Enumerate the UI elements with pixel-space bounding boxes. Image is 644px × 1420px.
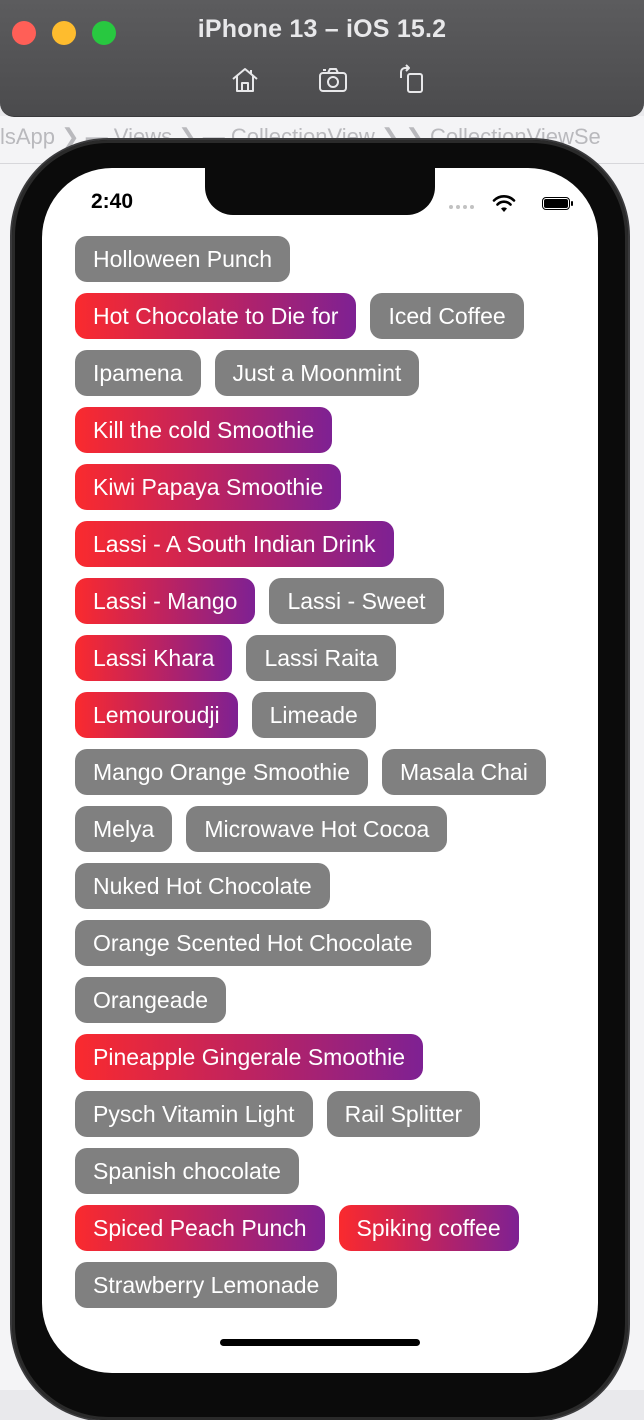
tag-row: Hot Chocolate to Die for Iced Coffee	[75, 293, 575, 339]
tag-chip[interactable]: Iced Coffee	[370, 293, 524, 339]
tag-row: Lassi - Mango Lassi - Sweet	[75, 578, 575, 624]
tag-collection: Holloween Punch Hot Chocolate to Die for I…	[75, 236, 575, 1319]
tag-chip-selected[interactable]: Lemouroudji	[75, 692, 238, 738]
cellular-signal-icon	[449, 205, 474, 209]
tag-chip[interactable]: Masala Chai	[382, 749, 546, 795]
home-icon[interactable]	[229, 64, 261, 96]
tag-chip[interactable]: Limeade	[251, 692, 376, 738]
tag-row: Nuked Hot Chocolate	[75, 863, 575, 909]
tag-chip-selected[interactable]: Spiced Peach Punch	[75, 1205, 325, 1251]
tag-chip[interactable]: Melya	[75, 806, 173, 852]
tag-row: Holloween Punch	[75, 236, 575, 282]
tag-row: Kill the cold Smoothie	[75, 407, 575, 453]
status-time: 2:40	[91, 190, 134, 213]
tag-chip-selected[interactable]: Lassi - Mango	[75, 578, 256, 624]
tag-chip-selected[interactable]: Hot Chocolate to Die for	[75, 293, 357, 339]
tag-chip-selected[interactable]: Lassi Khara	[75, 635, 233, 681]
simulator-titlebar: iPhone 13 – iOS 15.2	[0, 0, 644, 117]
tag-chip[interactable]: Orangeade	[75, 977, 227, 1023]
tag-row: Kiwi Papaya Smoothie	[75, 464, 575, 510]
tag-chip-selected[interactable]: Kiwi Papaya Smoothie	[75, 464, 342, 510]
tag-chip[interactable]: Ipamena	[75, 350, 201, 396]
tag-row: Lassi Khara Lassi Raita	[75, 635, 575, 681]
tag-chip[interactable]: Rail Splitter	[326, 1091, 481, 1137]
tag-row: Strawberry Lemonade	[75, 1262, 575, 1308]
tag-chip-selected[interactable]: Kill the cold Smoothie	[75, 407, 333, 453]
tag-chip[interactable]: Just a Moonmint	[214, 350, 420, 396]
tag-row: Pineapple Gingerale Smoothie	[75, 1034, 575, 1080]
tag-chip[interactable]: Pysch Vitamin Light	[75, 1091, 313, 1137]
tag-row: Melya Microwave Hot Cocoa	[75, 806, 575, 852]
tag-chip[interactable]: Lassi Raita	[246, 635, 397, 681]
battery-icon	[542, 197, 573, 210]
tag-row: Lemouroudji Limeade	[75, 692, 575, 738]
tag-row: Ipamena Just a Moonmint	[75, 350, 575, 396]
simulator-title: iPhone 13 – iOS 15.2	[197, 15, 447, 43]
iphone-frame: 2:40 Holloween Punch Hot Chocolate to Die…	[12, 140, 628, 1420]
tag-chip[interactable]: Microwave Hot Cocoa	[186, 806, 448, 852]
notch	[205, 168, 435, 215]
tag-chip[interactable]: Orange Scented Hot Chocolate	[75, 920, 431, 966]
tag-chip[interactable]: Strawberry Lemonade	[75, 1262, 338, 1308]
status-indicators	[434, 194, 574, 214]
home-indicator[interactable]	[220, 1339, 420, 1346]
wifi-icon	[492, 195, 516, 212]
tag-row: Pysch Vitamin Light Rail Splitter	[75, 1091, 575, 1137]
screenshot-camera-icon[interactable]	[317, 64, 349, 96]
tag-row: Mango Orange Smoothie Masala Chai	[75, 749, 575, 795]
tag-row: Spiced Peach Punch Spiking coffee	[75, 1205, 575, 1251]
phone-screen: 2:40 Holloween Punch Hot Chocolate to Die…	[42, 168, 598, 1373]
tag-chip[interactable]: Holloween Punch	[75, 236, 291, 282]
tag-chip[interactable]: Mango Orange Smoothie	[75, 749, 368, 795]
tag-row: Orangeade	[75, 977, 575, 1023]
rotate-icon[interactable]	[396, 64, 428, 96]
tag-chip[interactable]: Spanish chocolate	[75, 1148, 299, 1194]
tag-chip-selected[interactable]: Spiking coffee	[338, 1205, 519, 1251]
tag-chip-selected[interactable]: Pineapple Gingerale Smoothie	[75, 1034, 423, 1080]
tag-chip[interactable]: Lassi - Sweet	[269, 578, 444, 624]
tag-row: Spanish chocolate	[75, 1148, 575, 1194]
tag-row: Orange Scented Hot Chocolate	[75, 920, 575, 966]
tag-chip-selected[interactable]: Lassi - A South Indian Drink	[75, 521, 394, 567]
tag-chip[interactable]: Nuked Hot Chocolate	[75, 863, 330, 909]
tag-row: Lassi - A South Indian Drink	[75, 521, 575, 567]
